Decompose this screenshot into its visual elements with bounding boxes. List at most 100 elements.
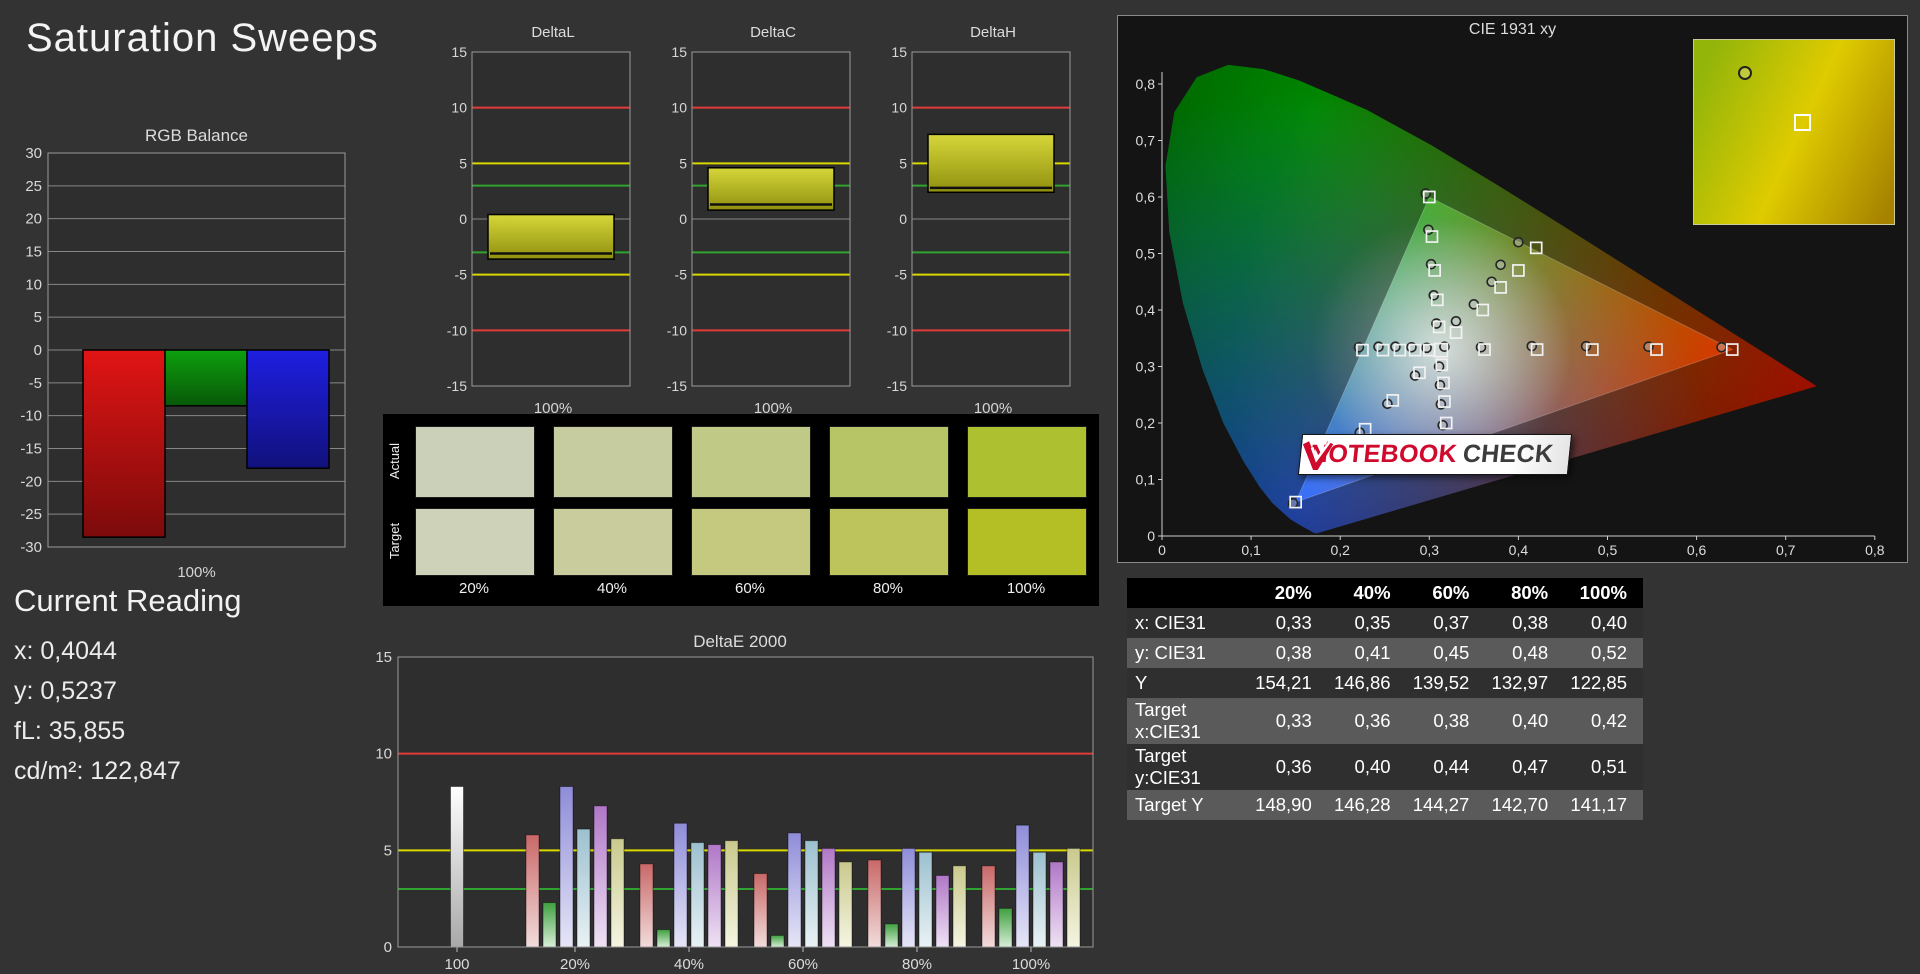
cie-1931-panel: CIE 1931 xy 0 0,1 0,2 0,3 0,4 0,5 0,6 0,7 0,8 0 0,…	[1117, 15, 1908, 563]
y-tick-label: 0	[679, 211, 687, 227]
swatch-target-40%	[553, 508, 673, 576]
swatch-actual-80%	[829, 426, 949, 498]
deltae-bar-cyan	[804, 840, 819, 948]
y-tick-label: 0,8	[1136, 76, 1156, 92]
x-tick-label: 100%	[1012, 956, 1050, 973]
y-tick-label: -5	[29, 375, 42, 392]
swatch-actual-60%	[691, 426, 811, 498]
deltae-bar-magenta	[707, 844, 722, 948]
y-tick-label: 0,5	[1136, 246, 1156, 262]
measured-point-red	[1716, 341, 1727, 353]
x-tick-label: 100	[444, 956, 469, 973]
y-tick-label: 0,2	[1136, 415, 1156, 431]
y-tick-label: 0	[34, 342, 42, 359]
table-label-cell: Target x:CIE31	[1127, 698, 1249, 744]
measured-point-yellow	[1450, 315, 1462, 327]
table-value-cell: 139,52	[1406, 668, 1486, 698]
deltae-bar-magenta	[821, 847, 836, 948]
swatch-actual-20%	[415, 426, 535, 498]
logo-check-icon	[1302, 440, 1334, 470]
table-header-cell: 20%	[1248, 578, 1328, 608]
table-value-cell: 0,35	[1327, 608, 1407, 638]
deltae-bar-magenta	[935, 874, 950, 948]
y-tick-label: 15	[375, 652, 392, 666]
swatch-row-label-target: Target	[387, 522, 402, 560]
delta-l-title: DeltaL	[531, 24, 575, 41]
table-value-cell: 0,33	[1248, 608, 1328, 638]
swatch-actual-40%	[553, 426, 673, 498]
y-tick-label: 10	[25, 276, 42, 293]
y-tick-label: 15	[451, 46, 467, 60]
current-reading-line-0: x: 0,4044	[14, 637, 117, 665]
deltae-bar-yellow	[952, 865, 967, 948]
inset-measured-point	[1738, 65, 1752, 80]
current-reading-line-2: fL: 35,855	[14, 717, 126, 745]
measured-point-green	[1428, 290, 1440, 301]
deltae-bar-green	[770, 934, 785, 948]
table-value-cell: 0,51	[1564, 744, 1643, 790]
table-value-cell: 0,47	[1485, 744, 1565, 790]
table-value-cell: 132,97	[1485, 668, 1565, 698]
cie-zoom-inset	[1693, 39, 1895, 225]
swatch-target-60%	[691, 508, 811, 576]
measured-point-green	[1420, 188, 1432, 199]
deltae-bar-blue	[559, 786, 574, 948]
swatch-column-label: 80%	[872, 580, 904, 597]
table-value-cell: 0,52	[1564, 638, 1643, 668]
measured-point-yellow	[1513, 236, 1524, 248]
deltae-bar-magenta	[593, 805, 608, 948]
table-value-cell: 0,40	[1327, 744, 1407, 790]
x-tick-label: 0	[1158, 542, 1166, 558]
x-tick-label: 0,5	[1598, 542, 1618, 558]
swatch-comparison-panel: Actual Target 20% 40% 60% 80% 100%	[383, 414, 1099, 606]
deltae-2000-chart: 0 5 10 15 100 20% 40% 60% 80% 100%	[375, 652, 1094, 973]
y-tick-label: -15	[667, 378, 687, 394]
bar-green	[164, 349, 248, 407]
deltae-bar-white	[450, 786, 464, 948]
swatch-target-100%	[967, 508, 1087, 576]
y-tick-label: 10	[891, 100, 907, 116]
measured-point-cyan	[1373, 341, 1384, 353]
y-tick-label: 15	[671, 46, 687, 60]
table-row-3: Target x:CIE31 0,33 0,36 0,38 0,40 0,42	[1127, 698, 1643, 744]
deltae-bar-green	[884, 923, 899, 948]
swatch-target-20%	[415, 508, 535, 576]
deltae-bar-cyan	[1032, 851, 1047, 948]
y-tick-label: 15	[25, 244, 42, 261]
x-tick-label: 80%	[902, 956, 932, 973]
table-value-cell: 148,90	[1248, 790, 1328, 820]
deltae-bar-cyan	[576, 828, 591, 948]
deltae-bar-yellow	[838, 861, 853, 948]
deltae-bar-red	[525, 834, 540, 948]
deltae-bar-red	[867, 859, 882, 948]
bar-red	[82, 349, 166, 538]
deltae-bar-magenta	[1049, 861, 1064, 948]
measured-point-green	[1423, 224, 1434, 236]
table-value-cell: 146,86	[1327, 668, 1407, 698]
y-tick-label: -10	[667, 322, 687, 338]
table-value-cell: 141,17	[1564, 790, 1643, 820]
table-value-cell: 0,42	[1564, 698, 1643, 744]
deltae-bar-cyan	[690, 842, 705, 948]
measured-point-cyan	[1390, 341, 1401, 353]
delta-c-chart: -15 -10 -5 0 5 10 15	[667, 46, 851, 394]
deltae-bar-red	[639, 863, 654, 948]
table-value-cell: 0,33	[1248, 698, 1328, 744]
y-tick-label: 0,7	[1136, 133, 1156, 149]
table-row-4: Target y:CIE31 0,36 0,40 0,44 0,47 0,51	[1127, 744, 1643, 790]
deltae-bar-cyan	[918, 851, 933, 948]
table-value-cell: 0,40	[1564, 608, 1643, 638]
table-value-cell: 0,41	[1327, 638, 1407, 668]
bar-blue	[246, 349, 330, 469]
current-reading-lines: x: 0,4044 y: 0,5237 fL: 35,855 cd/m²: 122,8…	[14, 631, 344, 791]
swatch-actual-100%	[967, 426, 1087, 498]
y-tick-label: 5	[34, 309, 42, 326]
delta-c-title: DeltaC	[750, 24, 796, 41]
table-value-cell: 0,38	[1485, 608, 1565, 638]
x-tick-label: 60%	[788, 956, 818, 973]
rgb-balance-xlabel: 100%	[177, 564, 216, 581]
swatch-column-label: 100%	[1006, 580, 1046, 597]
y-tick-label: -5	[675, 267, 688, 283]
table-header-cell: 80%	[1485, 578, 1565, 608]
table-header-cell: 60%	[1406, 578, 1486, 608]
